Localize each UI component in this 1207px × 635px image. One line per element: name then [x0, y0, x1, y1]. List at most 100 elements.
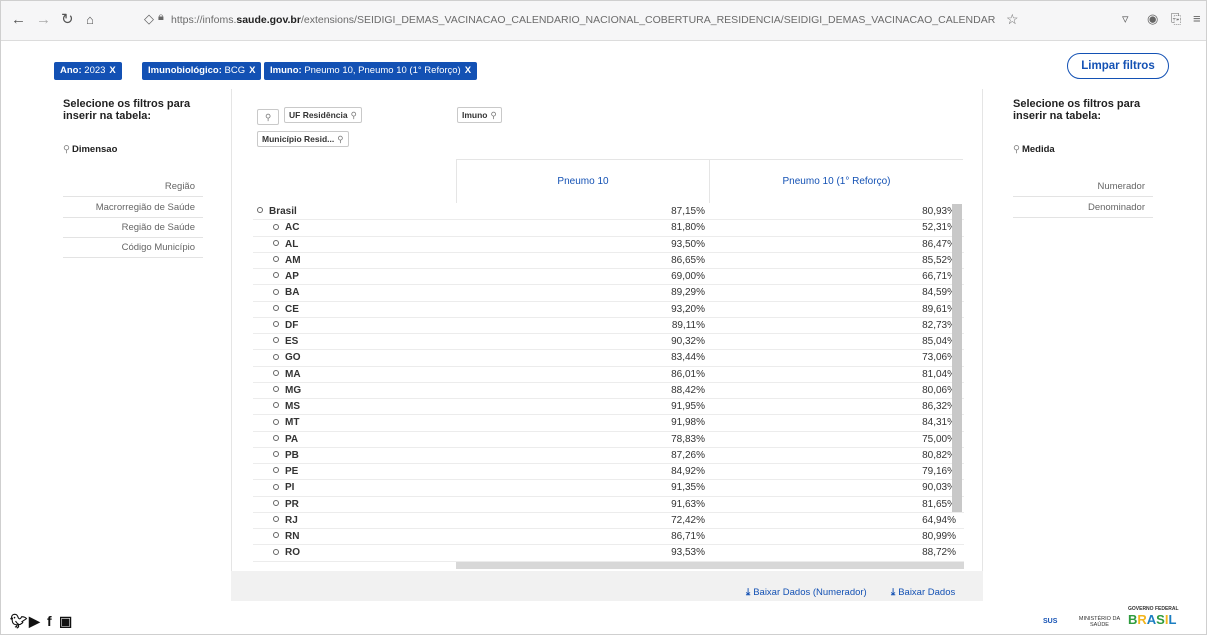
- expand-icon[interactable]: [273, 418, 279, 425]
- row-label[interactable]: MG: [273, 383, 301, 399]
- expand-icon[interactable]: [273, 304, 279, 311]
- bookmark-star-icon[interactable]: ☆: [1006, 11, 1019, 28]
- row-label[interactable]: Brasil: [257, 204, 297, 220]
- row-label[interactable]: RN: [273, 529, 299, 545]
- row-label[interactable]: PI: [273, 480, 294, 496]
- expand-icon[interactable]: [273, 386, 279, 393]
- facebook-icon[interactable]: f: [47, 613, 52, 629]
- cell-value: 90,03%: [922, 482, 956, 494]
- close-icon[interactable]: X: [465, 65, 471, 76]
- row-label[interactable]: ES: [273, 334, 298, 350]
- account-icon[interactable]: ◉: [1147, 11, 1158, 27]
- cell-value: 89,11%: [671, 319, 705, 331]
- row-label[interactable]: AM: [273, 253, 301, 269]
- clear-filters-button[interactable]: Limpar filtros: [1067, 53, 1169, 79]
- row-label[interactable]: PE: [273, 464, 298, 480]
- vertical-scrollbar[interactable]: [952, 204, 962, 512]
- cell-value: 85,04%: [922, 336, 956, 347]
- expand-icon[interactable]: [273, 288, 279, 295]
- search-icon: ⚲: [1013, 144, 1020, 155]
- filter-chip-imuno[interactable]: Imuno: Pneumo 10, Pneumo 10 (1° Reforço)…: [264, 62, 478, 80]
- filter-chip-imunobiologico[interactable]: Imunobiológico: BCG X: [142, 62, 262, 80]
- expand-icon[interactable]: [273, 223, 279, 230]
- download-icon: ⤓: [746, 587, 751, 598]
- expand-icon[interactable]: [273, 239, 279, 246]
- expand-icon[interactable]: [273, 353, 279, 360]
- cell-value: 91,95%: [671, 401, 705, 412]
- reload-icon[interactable]: ↻: [61, 11, 74, 29]
- youtube-icon[interactable]: ▶: [29, 613, 40, 630]
- download-numerator-link[interactable]: ⤓ Baixar Dados (Numerador): [746, 587, 867, 598]
- dimension-search[interactable]: ⚲ Dimensao: [63, 144, 117, 155]
- row-label[interactable]: DF: [273, 318, 298, 334]
- expand-icon[interactable]: [273, 256, 279, 263]
- row-label[interactable]: MS: [273, 399, 300, 415]
- row-label[interactable]: PA: [273, 432, 298, 448]
- row-label[interactable]: RO: [273, 545, 300, 561]
- row-label[interactable]: MT: [273, 415, 299, 431]
- expand-icon[interactable]: [273, 499, 279, 506]
- column-header-pneumo10-reforco[interactable]: Pneumo 10 (1° Reforço): [709, 159, 963, 203]
- column-header-pneumo10[interactable]: Pneumo 10: [456, 159, 709, 203]
- flickr-icon[interactable]: ▣: [59, 613, 72, 630]
- measure-search[interactable]: ⚲ Medida: [1013, 144, 1055, 155]
- row-label[interactable]: BA: [273, 285, 299, 301]
- dimension-item-codigo-municipio[interactable]: Código Município: [63, 238, 203, 258]
- table-row: DF 89,11% 82,73%: [253, 318, 964, 334]
- expand-icon[interactable]: [273, 451, 279, 458]
- table-search-button[interactable]: ⚲: [257, 109, 279, 125]
- row-label[interactable]: PB: [273, 448, 299, 464]
- forward-arrow-icon[interactable]: →: [36, 11, 51, 29]
- expand-icon[interactable]: [273, 434, 279, 441]
- expand-icon[interactable]: [273, 321, 279, 328]
- url-bar[interactable]: https://infoms.saude.gov.br/extensions/S…: [171, 9, 996, 31]
- cell-value: 90,32%: [671, 336, 705, 347]
- row-label[interactable]: CE: [273, 302, 299, 318]
- page: ← → ↻ ⌂ ◇ 🔒︎ https://infoms.saude.gov.br…: [0, 0, 1207, 635]
- expand-icon[interactable]: [273, 516, 279, 523]
- expand-icon[interactable]: [273, 272, 279, 279]
- expand-icon[interactable]: [273, 548, 279, 555]
- lock-icon[interactable]: 🔒︎: [158, 11, 164, 24]
- dimension-item-macrorregiao[interactable]: Macrorregião de Saúde: [63, 198, 203, 218]
- download-data-link[interactable]: ⤓ Baixar Dados: [891, 587, 955, 598]
- close-icon[interactable]: X: [249, 65, 255, 76]
- expand-icon[interactable]: [257, 207, 263, 214]
- col-filter-imuno[interactable]: Imuno ⚲: [457, 107, 502, 123]
- horizontal-scrollbar[interactable]: [456, 562, 964, 569]
- filter-chip-ano[interactable]: Ano: 2023 X: [54, 62, 122, 80]
- shield-icon[interactable]: ◇: [144, 11, 154, 27]
- measure-item-denominador[interactable]: Denominador: [1013, 198, 1153, 218]
- row-label[interactable]: PR: [273, 497, 299, 513]
- close-icon[interactable]: X: [109, 65, 115, 76]
- table-row: BA 89,29% 84,59%: [253, 285, 964, 302]
- twitter-icon[interactable]: 🐦︎: [10, 613, 28, 630]
- row-label[interactable]: RJ: [273, 513, 298, 529]
- cell-value: 78,83%: [671, 433, 705, 445]
- dimension-item-regiao-saude[interactable]: Região de Saúde: [63, 218, 203, 238]
- home-icon[interactable]: ⌂: [86, 11, 94, 29]
- row-label[interactable]: MA: [273, 367, 301, 383]
- measure-item-numerador[interactable]: Numerador: [1013, 177, 1153, 197]
- row-label[interactable]: AL: [273, 237, 298, 253]
- menu-icon[interactable]: ≡: [1193, 11, 1201, 26]
- table-body: Brasil 87,15% 80,93% AC 81,80% 52,31% AL 93,5…: [253, 204, 964, 568]
- cell-value: 81,80%: [671, 222, 705, 234]
- dimension-item-regiao[interactable]: Região: [63, 177, 203, 197]
- search-icon: ⚲: [337, 134, 344, 144]
- row-filter-municipio[interactable]: Município Resid... ⚲: [257, 131, 349, 147]
- extensions-icon[interactable]: ⎘: [1171, 11, 1181, 27]
- expand-icon[interactable]: [273, 483, 279, 490]
- row-filter-uf[interactable]: UF Residência ⚲: [284, 107, 362, 123]
- expand-icon[interactable]: [273, 337, 279, 344]
- row-label[interactable]: AP: [273, 269, 299, 285]
- expand-icon[interactable]: [273, 402, 279, 409]
- pocket-icon[interactable]: ▿: [1122, 11, 1129, 27]
- expand-icon[interactable]: [273, 467, 279, 474]
- table-row: Brasil 87,15% 80,93%: [253, 204, 964, 221]
- row-label[interactable]: GO: [273, 350, 301, 366]
- expand-icon[interactable]: [273, 369, 279, 376]
- row-label[interactable]: AC: [273, 220, 299, 236]
- expand-icon[interactable]: [273, 532, 279, 539]
- back-arrow-icon[interactable]: ←: [11, 11, 26, 29]
